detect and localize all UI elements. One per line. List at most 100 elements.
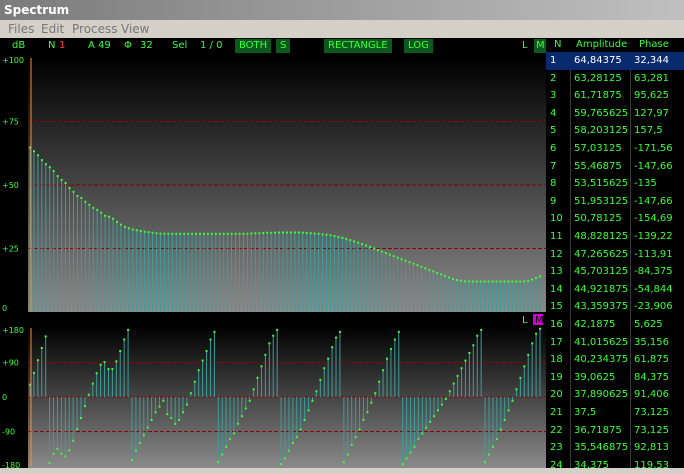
amplitude-point [440,273,443,276]
amplitude-point [32,150,35,153]
row-amplitude: 40,234375 [574,354,629,366]
table-row[interactable]: 1 64,84375 32,344 [546,52,684,70]
amplitude-point [404,259,407,262]
phase-point [134,449,137,452]
phase-point [99,363,102,366]
row-amplitude: 35,546875 [574,442,629,454]
phase-point [397,330,400,333]
row-phase: 157,5 [634,125,663,137]
table-row[interactable]: 4 59,765625 127,97 [546,105,684,123]
amplitude-point [115,220,118,223]
amplitude-point [444,274,447,277]
row-n: 11 [550,231,563,242]
phase-point [240,415,243,418]
table-row[interactable]: 21 37,5 73,125 [546,404,684,422]
phase-point [158,405,161,408]
phase-point [303,419,306,421]
amplitude-point [507,280,510,283]
table-row[interactable]: 7 55,46875 -147,66 [546,158,684,176]
amplitude-point [159,232,162,235]
table-row[interactable]: 9 51,953125 -147,66 [546,193,684,211]
menu-process[interactable]: Process [72,22,118,36]
s-button[interactable]: S [276,39,291,53]
amplitude-point [424,267,427,270]
phase-point [382,369,385,372]
m-toggle[interactable]: M [534,39,547,53]
table-row[interactable]: 2 63,28125 63,281 [546,70,684,88]
menu-edit[interactable]: Edit [41,22,64,36]
table-row[interactable]: 23 35,546875 92,813 [546,439,684,457]
table-row[interactable]: 18 40,234375 61,875 [546,351,684,369]
phase-point [335,336,337,339]
row-n: 17 [550,336,563,348]
row-phase: 127,97 [634,107,669,119]
amplitude-point [139,229,142,232]
phase-point [527,353,530,356]
amplitude-point [68,187,71,190]
phase-plot[interactable]: L M +180 +90 0 -90 -180 [0,312,546,468]
phase-point [523,365,526,368]
phase-point [40,346,43,349]
amplitude-point [282,231,285,234]
phase-point [276,328,279,331]
row-phase: 63,281 [634,72,669,84]
amplitude-point [365,244,368,247]
table-row[interactable]: 8 53,515625 -135 [546,175,684,193]
table-row[interactable]: 12 47,265625 -113,91 [546,246,684,264]
phase-point [366,411,369,414]
table-row[interactable]: 11 48,828125 -139,22 [546,228,684,246]
amplitude-point [293,231,296,234]
table-row[interactable]: 22 36,71875 73,125 [546,422,684,440]
table-row[interactable]: 20 37,890625 91,406 [546,386,684,404]
amplitude-point [527,279,530,282]
phase-point [252,388,255,391]
spectrum-window: Spectrum Files Edit Process View dB N 1 … [0,0,684,471]
table-row[interactable]: 14 44,921875 -54,844 [546,281,684,299]
row-amplitude: 44,921875 [574,283,629,295]
phase-point [488,453,490,456]
row-phase: -23,906 [634,301,673,313]
row-phase: -154,69 [634,213,673,225]
phase-point [413,445,416,448]
table-row[interactable]: 17 41,015625 35,156 [546,334,684,352]
table-row[interactable]: 10 50,78125 -154,69 [546,210,684,228]
amplitude-point [349,239,352,242]
both-button[interactable]: BOTH [235,39,272,53]
amplitude-tick-label: +100 [2,56,24,65]
row-phase: 95,625 [634,90,669,102]
amplitude-point [226,232,229,235]
a-value: 49 [98,40,111,51]
l-toggle[interactable]: L [522,39,528,53]
amplitude-point [301,231,304,234]
phase-point [170,417,173,420]
phase-l-toggle[interactable]: L [522,315,528,326]
table-row[interactable]: 6 57,03125 -171,56 [546,140,684,158]
amplitude-point [408,261,411,264]
amplitude-point [321,233,324,236]
menu-view[interactable]: View [121,22,149,36]
amplitude-plot[interactable]: +100 +75 +50 +25 0 [0,54,546,312]
table-row[interactable]: 13 45,703125 -84,375 [546,263,684,281]
phase-point [452,382,455,385]
phase-point [244,407,247,410]
table-row[interactable]: 15 43,359375 -23,906 [546,298,684,316]
row-amplitude: 43,359375 [574,301,629,313]
amplitude-point [270,231,273,234]
phase-point [535,332,538,335]
amplitude-point [420,265,423,268]
table-row[interactable]: 16 42,1875 5,625 [546,316,684,334]
log-button[interactable]: LOG [404,39,433,53]
rectangle-button[interactable]: RECTANGLE [324,39,392,53]
table-row[interactable]: 24 34,375 119,53 [546,457,684,474]
table-row[interactable]: 5 58,203125 157,5 [546,122,684,140]
phase-m-toggle[interactable]: M [535,315,544,326]
row-phase: 5,625 [634,319,663,330]
phase-point [291,442,294,444]
table-row[interactable]: 3 61,71875 95,625 [546,87,684,105]
amplitude-point [131,228,134,231]
amplitude-point [96,208,99,211]
menu-files[interactable]: Files [8,22,34,36]
phase-point [272,334,275,337]
amplitude-point [475,280,478,283]
table-row[interactable]: 19 39,0625 84,375 [546,369,684,387]
